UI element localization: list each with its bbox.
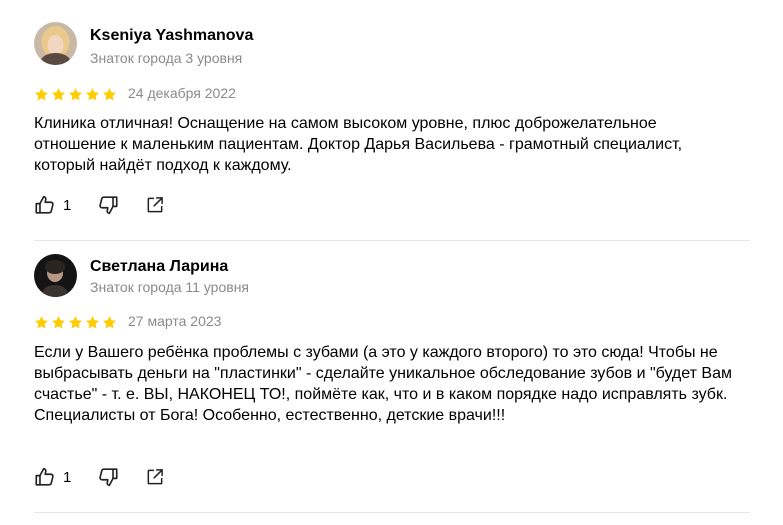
dislike-button[interactable] <box>97 466 119 488</box>
star-icon <box>103 316 116 329</box>
thumbs-down-icon <box>99 468 118 487</box>
dislike-button[interactable] <box>97 194 119 216</box>
star-icon <box>52 88 65 101</box>
like-button[interactable]: 1 <box>34 466 71 488</box>
thumbs-up-icon <box>35 195 54 214</box>
avatar[interactable] <box>34 254 77 297</box>
author-level: Знаток города 11 уровня <box>90 279 250 295</box>
rating-stars <box>34 87 117 102</box>
star-icon <box>52 316 65 329</box>
share-external-icon <box>147 197 164 213</box>
author-name[interactable]: Kseniya Yashmanova <box>90 27 253 45</box>
share-external-icon <box>147 469 164 485</box>
thumbs-down-icon <box>99 196 118 215</box>
review-text: Если у Вашего ребёнка проблемы с зубами … <box>34 344 732 424</box>
like-count: 1 <box>63 196 72 214</box>
review-text: Клиника отличная! Оснащение на самом выс… <box>34 115 683 174</box>
author-name[interactable]: Светлана Ларина <box>90 258 228 276</box>
author-level: Знаток города 3 уровня <box>90 50 243 66</box>
review-date: 27 марта 2023 <box>128 313 222 329</box>
like-button[interactable]: 1 <box>34 194 71 216</box>
like-count: 1 <box>63 468 72 486</box>
avatar[interactable] <box>34 22 77 65</box>
review-actions: 1 <box>34 466 165 488</box>
star-icon <box>69 88 82 101</box>
star-icon <box>86 316 99 329</box>
share-button[interactable] <box>145 195 165 215</box>
share-button[interactable] <box>145 467 165 487</box>
star-icon <box>69 316 82 329</box>
star-icon <box>35 88 48 101</box>
review-divider <box>34 512 750 513</box>
star-icon <box>103 88 116 101</box>
review-divider <box>34 240 750 241</box>
review-actions: 1 <box>34 194 165 216</box>
rating-stars <box>34 315 117 330</box>
thumbs-up-icon <box>35 467 54 486</box>
star-icon <box>35 316 48 329</box>
review-date: 24 декабря 2022 <box>128 85 236 101</box>
star-icon <box>86 88 99 101</box>
